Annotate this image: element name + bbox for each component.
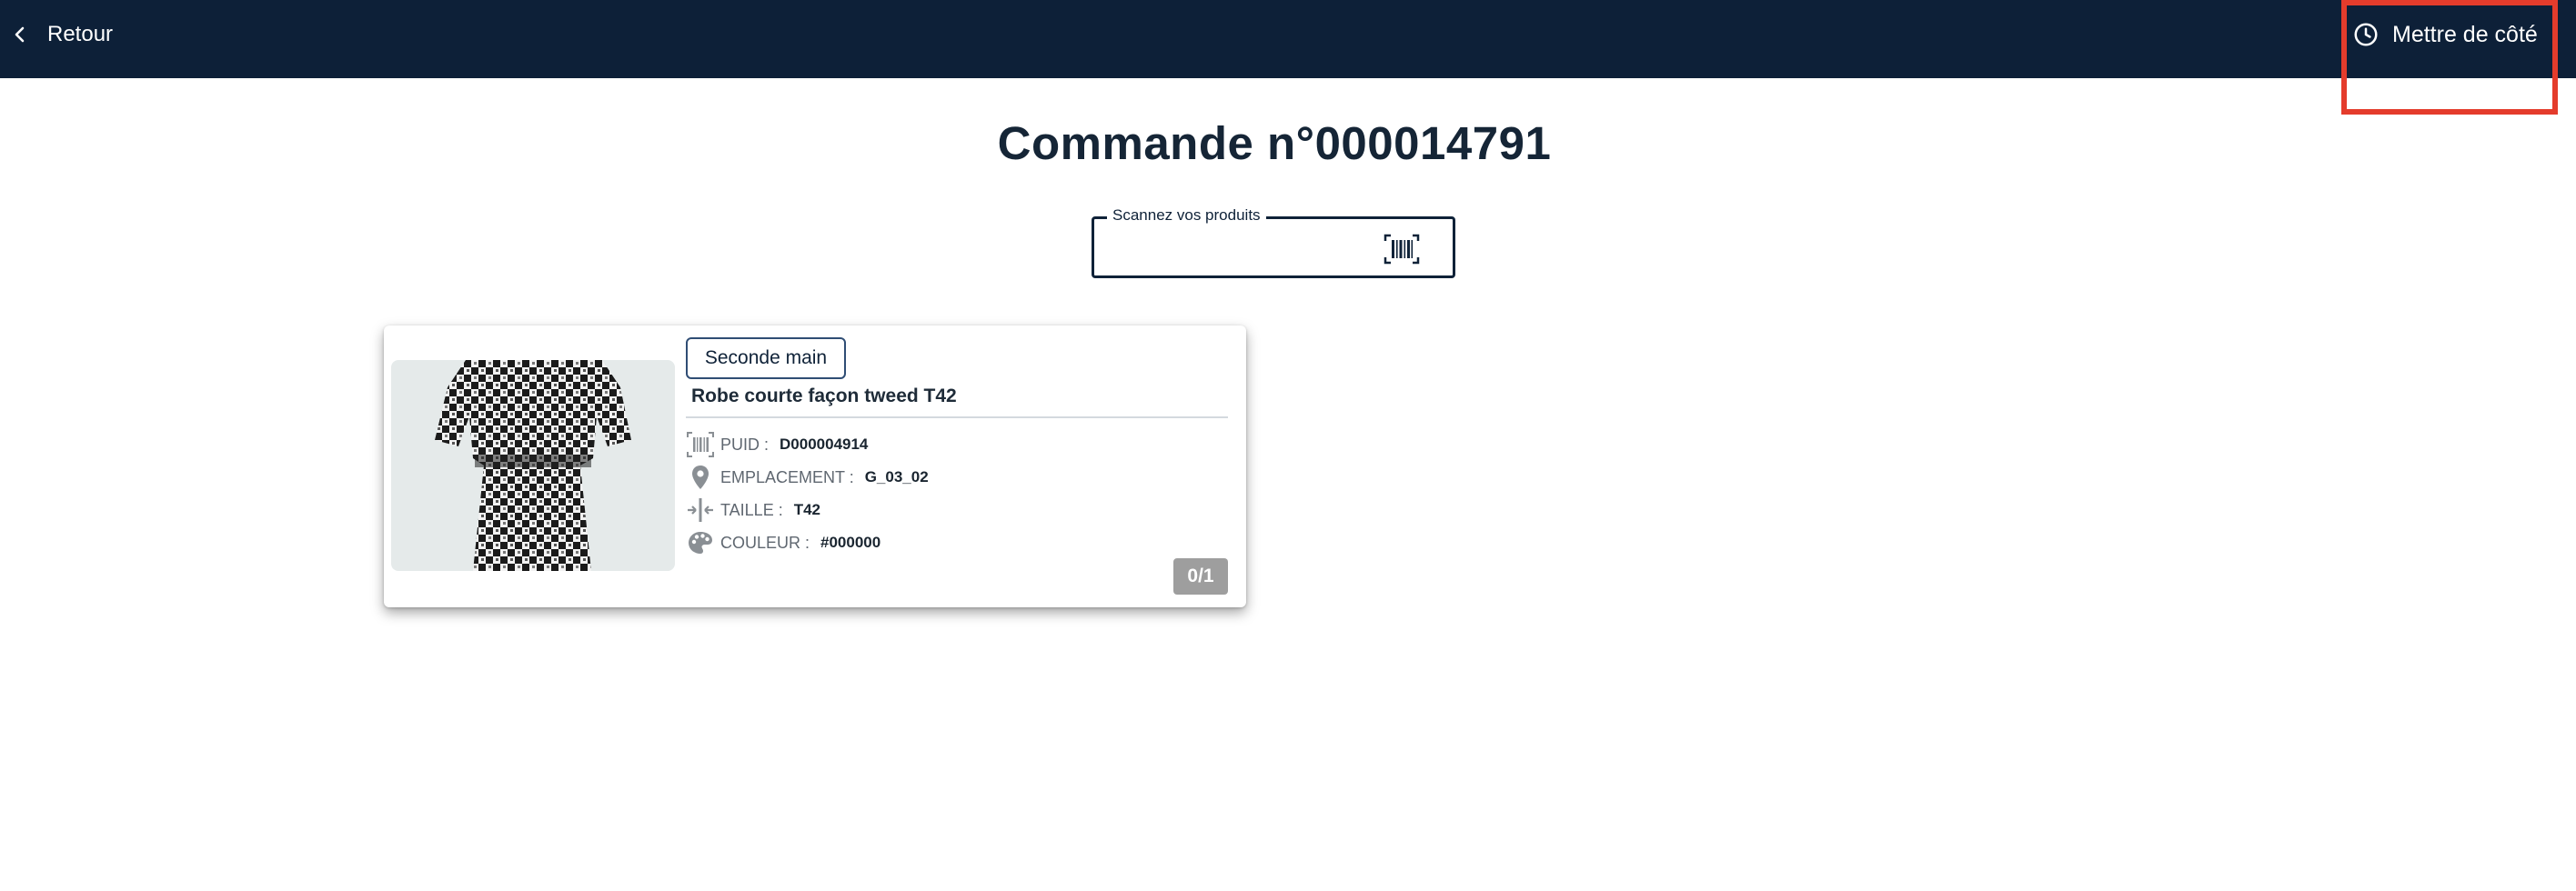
location-pin-icon: [692, 466, 709, 489]
scan-field-label: Scannez vos produits: [1107, 206, 1266, 225]
attribute-label: PUID :: [720, 435, 770, 454]
product-name: Robe courte façon tweed T42: [691, 385, 957, 406]
palette-icon: [689, 532, 712, 554]
barcode-scan-icon[interactable]: [1384, 234, 1420, 265]
back-button[interactable]: Retour: [9, 16, 113, 53]
product-image: [391, 360, 675, 571]
attribute-color: COULEUR : #000000: [686, 527, 880, 558]
highlight-box: [2341, 0, 2558, 115]
size-icon: [688, 498, 713, 522]
divider: [686, 416, 1228, 418]
attribute-label: TAILLE :: [720, 500, 783, 519]
scan-field[interactable]: Scannez vos produits: [1092, 206, 1455, 278]
attribute-value: T42: [793, 501, 820, 518]
attribute-puid: PUID : D000004914: [686, 429, 868, 460]
attribute-size: TAILLE : T42: [686, 495, 820, 526]
attribute-value: G_03_02: [864, 468, 929, 486]
attribute-value: D000004914: [780, 435, 869, 453]
attribute-location: EMPLACEMENT : G_03_02: [686, 462, 929, 493]
page-title: Commande n°000014791: [997, 117, 1552, 169]
chevron-left-icon: [15, 26, 25, 43]
second-hand-tag: Seconde main: [686, 337, 846, 379]
scan-input[interactable]: [1103, 228, 1380, 270]
scan-count-badge: 0/1: [1173, 558, 1228, 595]
barcode-icon: [687, 432, 714, 457]
product-card[interactable]: Seconde main Robe courte façon tweed T42…: [384, 325, 1246, 607]
attribute-label: COULEUR :: [720, 533, 810, 552]
attribute-label: EMPLACEMENT :: [720, 467, 854, 486]
back-label: Retour: [47, 22, 114, 46]
top-app-bar: Retour Mettre de côté: [0, 0, 2576, 78]
attribute-value: #000000: [820, 534, 881, 551]
